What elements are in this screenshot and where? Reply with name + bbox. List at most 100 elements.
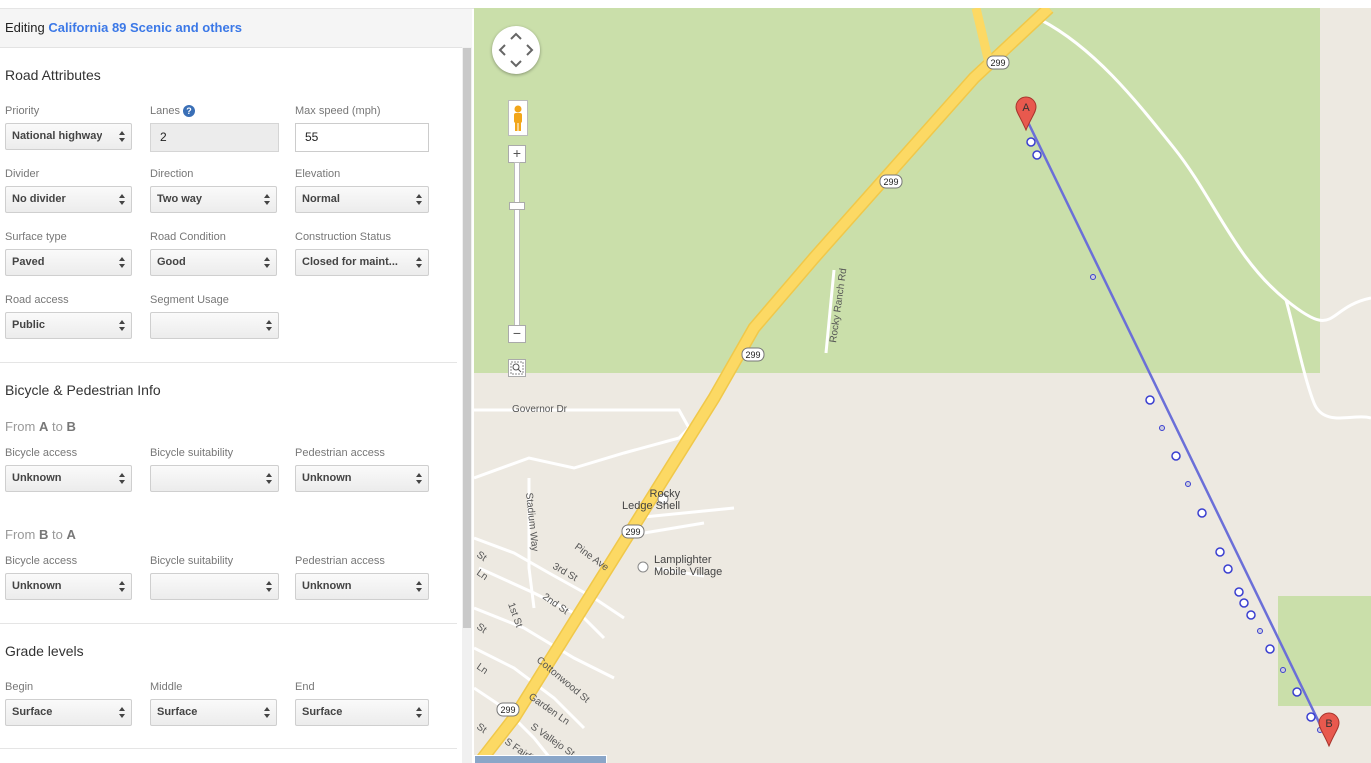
route-vertex	[1292, 687, 1302, 697]
lanes-input[interactable]: 2	[150, 123, 279, 152]
road-label: Pine Ave	[572, 542, 611, 574]
pegman-figure-icon	[514, 105, 522, 131]
help-icon[interactable]: ?	[182, 105, 195, 118]
section-divider	[0, 748, 457, 749]
forest-area	[474, 8, 1320, 373]
divider-select[interactable]: No divider	[5, 186, 132, 213]
bicycle-access-label: Bicycle access	[5, 555, 78, 567]
grade-begin-select[interactable]: Surface	[5, 699, 132, 726]
a-to-b-pedestrian-access-select[interactable]: Unknown	[295, 465, 429, 492]
road-condition-select[interactable]: Good	[150, 249, 277, 276]
select-arrows-icon	[416, 472, 423, 486]
zoom-slider-handle[interactable]	[509, 202, 525, 210]
b-to-a-pedestrian-access-select[interactable]: Unknown	[295, 573, 429, 600]
road-label: Ln	[474, 567, 489, 582]
route-vertex	[1239, 598, 1249, 608]
route-vertex	[1223, 564, 1233, 574]
svg-text:299: 299	[500, 705, 515, 715]
priority-select[interactable]: National highway	[5, 123, 132, 150]
b-to-a-bicycle-access-select[interactable]: Unknown	[5, 573, 132, 600]
magnifier-icon	[510, 361, 524, 375]
section-divider	[0, 362, 457, 363]
route-vertex	[1215, 547, 1225, 557]
bicycle-suitability-label: Bicycle suitability	[150, 447, 234, 459]
bicycle-suitability-label: Bicycle suitability	[150, 555, 234, 567]
zoom-slider-track[interactable]	[514, 162, 520, 326]
elevation-select[interactable]: Normal	[295, 186, 429, 213]
select-arrows-icon	[119, 130, 126, 144]
pegman-icon[interactable]	[508, 100, 528, 136]
marker-b-icon[interactable]: B	[1318, 712, 1340, 748]
route-vertex	[1032, 150, 1042, 160]
max-speed-label: Max speed (mph)	[295, 105, 381, 117]
select-arrows-icon	[119, 319, 126, 333]
end-label: End	[295, 681, 315, 693]
editing-prefix: Editing	[5, 20, 45, 35]
road-label: Governor Dr	[512, 404, 568, 415]
section-divider	[0, 623, 457, 624]
select-arrows-icon	[416, 706, 423, 720]
bicycle-access-label: Bicycle access	[5, 447, 78, 459]
route-midpoint	[1090, 274, 1096, 280]
b-to-a-bicycle-suitability-select[interactable]	[150, 573, 279, 600]
local-road	[474, 408, 691, 480]
route-vertex	[1171, 451, 1181, 461]
mobile-home-icon[interactable]	[637, 561, 649, 573]
route-vertex	[1306, 712, 1316, 722]
grade-end-select[interactable]: Surface	[295, 699, 429, 726]
poi-rocky-ledge-shell[interactable]: Rocky Ledge Shell	[622, 488, 680, 512]
route-midpoint	[1185, 481, 1191, 487]
surface-type-select[interactable]: Paved	[5, 249, 132, 276]
route-vertex	[1246, 610, 1256, 620]
grade-middle-select[interactable]: Surface	[150, 699, 277, 726]
direction-label: Direction	[150, 168, 194, 180]
select-arrows-icon	[119, 706, 126, 720]
route-midpoint	[1280, 667, 1286, 673]
lanes-label: Lanes?	[150, 105, 195, 118]
road-access-select[interactable]: Public	[5, 312, 132, 339]
road-editor-panel: Editing California 89 Scenic and others …	[0, 0, 474, 763]
zoom-in-button[interactable]: +	[508, 145, 526, 163]
max-speed-input[interactable]: 55	[295, 123, 429, 152]
panel-scrollbar-thumb[interactable]	[463, 48, 471, 628]
pedestrian-access-label: Pedestrian access	[295, 555, 385, 567]
zoom-out-button[interactable]: −	[508, 325, 526, 343]
map-view[interactable]: A B 299 299 299 299 299 Rocky Ranch Rd G…	[474, 8, 1371, 763]
road-condition-label: Road Condition	[150, 231, 226, 243]
b-to-a-heading: From B to A	[5, 527, 76, 542]
route-vertex	[1026, 137, 1036, 147]
route-midpoint	[1257, 628, 1263, 634]
pedestrian-access-label: Pedestrian access	[295, 447, 385, 459]
svg-text:299: 299	[990, 58, 1005, 68]
marker-a-label: A	[1022, 102, 1030, 114]
divider-label: Divider	[5, 168, 40, 180]
segment-usage-select[interactable]	[150, 312, 279, 339]
road-label: St	[474, 549, 488, 564]
svg-text:299: 299	[745, 350, 760, 360]
road-label: 1st St	[505, 601, 524, 629]
highway-shield: 299	[986, 55, 1010, 70]
a-to-b-heading: From A to B	[5, 419, 76, 434]
select-arrows-icon	[416, 580, 423, 594]
select-arrows-icon	[416, 256, 423, 270]
zoom-box-icon[interactable]	[508, 359, 526, 377]
route-vertex	[1145, 395, 1155, 405]
forest-area-east	[1278, 596, 1371, 706]
pan-arrows-icon	[498, 32, 534, 68]
select-arrows-icon	[264, 256, 271, 270]
satellite-thumbnail[interactable]	[474, 755, 607, 763]
select-arrows-icon	[266, 580, 273, 594]
svg-text:299: 299	[625, 527, 640, 537]
a-to-b-bicycle-access-select[interactable]: Unknown	[5, 465, 132, 492]
select-arrows-icon	[119, 472, 126, 486]
road-label: Ln	[474, 661, 489, 676]
construction-status-select[interactable]: Closed for maint...	[295, 249, 429, 276]
direction-select[interactable]: Two way	[150, 186, 277, 213]
pan-control[interactable]	[492, 26, 540, 74]
a-to-b-bicycle-suitability-select[interactable]	[150, 465, 279, 492]
poi-lamplighter-mobile-village[interactable]: Lamplighter Mobile Village	[654, 554, 722, 578]
road-name-link[interactable]: California 89 Scenic and others	[48, 20, 242, 35]
elevation-label: Elevation	[295, 168, 341, 180]
route-vertex	[1234, 587, 1244, 597]
highway-shield: 299	[879, 174, 903, 189]
